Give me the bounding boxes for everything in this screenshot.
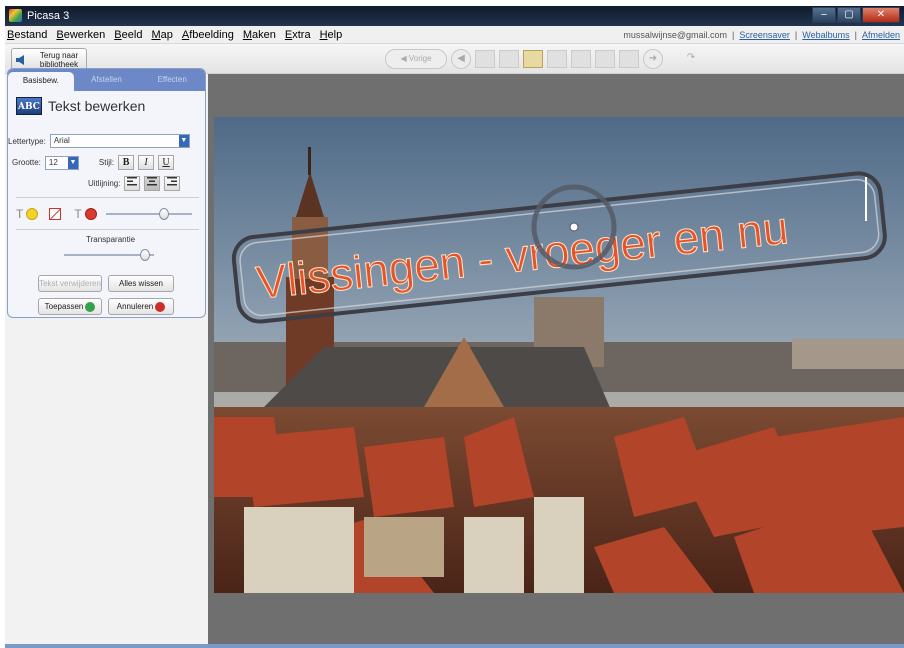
menu-afbeelding[interactable]: Afbeelding	[182, 29, 234, 41]
rotate-icon[interactable]: ↷	[681, 49, 701, 69]
maximize-button[interactable]: ▢	[837, 7, 861, 23]
italic-button[interactable]: I	[138, 155, 155, 170]
size-select[interactable]: 12 ▼	[44, 155, 79, 170]
close-button[interactable]: ✕	[862, 7, 900, 23]
outline-color-glyph: T	[74, 207, 82, 221]
apply-label: Toepassen	[44, 302, 84, 311]
back-to-library-button[interactable]: Terug naar bibliotheek	[11, 48, 87, 70]
transparency-slider[interactable]	[64, 249, 154, 261]
tab-effecten[interactable]: Effecten	[139, 69, 205, 91]
no-outline-icon[interactable]	[49, 208, 62, 220]
minimize-button[interactable]: –	[812, 7, 836, 23]
slider-handle[interactable]	[158, 208, 169, 220]
panel-divider	[16, 197, 199, 198]
filmstrip-right-icon[interactable]: ➜	[643, 49, 663, 69]
clear-all-button[interactable]: Alles wissen	[108, 275, 174, 292]
menu-beeld[interactable]: Beeld	[114, 29, 142, 41]
menu-bar: Bestand Bewerken Beeld Map Afbeelding Ma…	[5, 26, 904, 44]
link-separator: |	[732, 30, 735, 40]
distant-building	[792, 339, 904, 369]
align-right-button[interactable]	[164, 176, 181, 191]
cancel-label: Annuleren	[116, 302, 154, 311]
window-title: Picasa 3	[27, 10, 70, 22]
filmstrip-thumbnail-current[interactable]	[523, 50, 543, 68]
photo-viewer: Vlissingen - vroeger en nu	[208, 74, 904, 648]
menu-map[interactable]: Map	[151, 29, 172, 41]
previous-button[interactable]: ◀ Vorige	[385, 49, 447, 69]
link-webalbums[interactable]: Webalbums	[802, 30, 849, 40]
chevron-down-icon: ▼	[67, 156, 78, 169]
tab-basisbew[interactable]: Basisbew.	[8, 72, 74, 91]
bold-button[interactable]: B	[118, 155, 135, 170]
menu-maken[interactable]: Maken	[243, 29, 276, 41]
slider-handle[interactable]	[140, 249, 150, 261]
remove-text-button[interactable]: Tekst verwijderen	[38, 275, 102, 292]
photo-canvas: Vlissingen - vroeger en nu	[214, 117, 904, 593]
link-separator: |	[854, 30, 857, 40]
panel-heading: ABC Tekst bewerken	[16, 97, 145, 115]
window-controls: – ▢ ✕	[812, 7, 900, 23]
font-row: Lettertype: Arial ▼	[8, 134, 190, 148]
account-email: mussalwijnse@gmail.com	[623, 30, 728, 40]
align-center-icon	[147, 177, 158, 186]
filmstrip-thumbnail[interactable]	[547, 50, 567, 68]
panel-divider	[16, 229, 199, 230]
menu-bewerken[interactable]: Bewerken	[56, 29, 105, 41]
checkmark-icon	[85, 301, 96, 312]
cancel-button[interactable]: Annuleren	[108, 298, 174, 315]
color-row: T T	[16, 207, 192, 221]
outline-width-slider[interactable]	[105, 208, 192, 220]
filmstrip-thumbnail[interactable]	[619, 50, 639, 68]
align-row: Uitlijning:	[88, 176, 181, 191]
size-style-row: Grootte: 12 ▼ Stijl: B I U	[12, 155, 175, 170]
align-right-icon	[167, 177, 178, 186]
account-links: mussalwijnse@gmail.com | Screensaver | W…	[623, 30, 900, 40]
font-value: Arial	[53, 136, 70, 145]
edit-panel: Basisbew. Afstellen Effecten ABC Tekst b…	[7, 68, 206, 318]
tab-afstellen[interactable]: Afstellen	[74, 69, 140, 91]
text-color-glyph: T	[16, 207, 24, 221]
filmstrip-controls: ◀ Vorige ◀ ➜ ↷	[385, 49, 701, 69]
outline-color-swatch[interactable]	[84, 208, 97, 220]
font-label: Lettertype:	[8, 136, 46, 146]
filmstrip-thumbnail[interactable]	[499, 50, 519, 68]
link-afmelden[interactable]: Afmelden	[862, 30, 900, 40]
back-arrow-icon	[16, 55, 24, 65]
edit-tabs: Basisbew. Afstellen Effecten	[8, 69, 205, 91]
underline-button[interactable]: U	[158, 155, 175, 170]
picasa-window: Picasa 3 – ▢ ✕ Bestand Bewerken Beeld Ma…	[5, 6, 904, 648]
transparency-row	[64, 249, 154, 261]
menu-extra[interactable]: Extra	[285, 29, 311, 41]
filmstrip-thumbnail[interactable]	[571, 50, 591, 68]
link-separator: |	[794, 30, 798, 40]
status-bar	[5, 644, 904, 648]
panel-title: Tekst bewerken	[48, 98, 146, 114]
filmstrip-thumbnail[interactable]	[595, 50, 615, 68]
link-screensaver[interactable]: Screensaver	[739, 30, 790, 40]
align-label: Uitlijning:	[88, 179, 121, 188]
size-value: 12	[48, 157, 58, 167]
cancel-icon	[155, 301, 166, 312]
align-center-button[interactable]	[144, 176, 161, 191]
transparency-label: Transparantie	[86, 235, 136, 244]
menu-bestand[interactable]: Bestand	[7, 29, 47, 41]
filmstrip-left-icon[interactable]: ◀	[451, 49, 471, 69]
font-select[interactable]: Arial ▼	[49, 134, 190, 148]
rotate-handle-center[interactable]	[569, 222, 579, 232]
align-left-icon	[127, 177, 138, 186]
style-label: Stijl:	[98, 158, 115, 167]
back-to-library-label: Terug naar bibliotheek	[39, 51, 79, 69]
align-left-button[interactable]	[124, 176, 141, 191]
size-label: Grootte:	[12, 158, 41, 167]
photo[interactable]: Vlissingen - vroeger en nu	[214, 117, 904, 593]
title-bar: Picasa 3 – ▢ ✕	[5, 6, 904, 26]
chevron-down-icon: ▼	[178, 135, 189, 147]
picasa-app-icon	[9, 9, 22, 22]
apply-button[interactable]: Toepassen	[38, 298, 102, 315]
menu-help[interactable]: Help	[320, 29, 343, 41]
filmstrip-thumbnail[interactable]	[475, 50, 495, 68]
text-tool-icon: ABC	[16, 97, 42, 115]
text-fill-color-swatch[interactable]	[26, 208, 39, 220]
